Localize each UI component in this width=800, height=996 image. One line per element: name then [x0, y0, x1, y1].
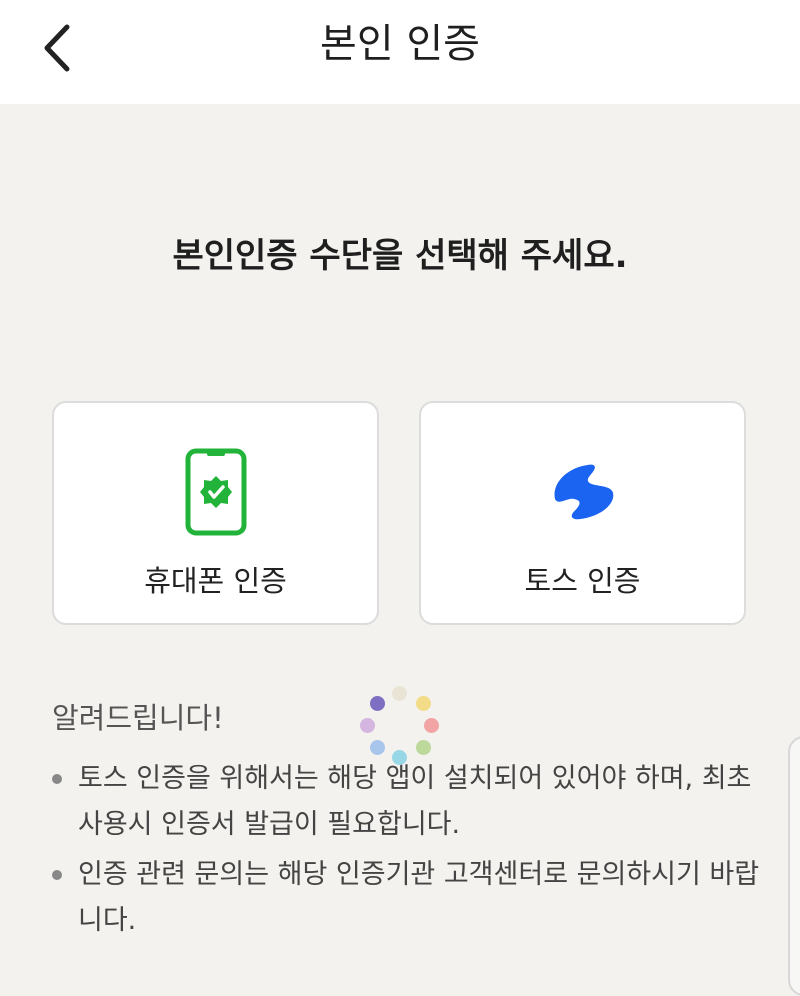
instruction-heading: 본인인증 수단을 선택해 주세요.: [172, 236, 628, 276]
toss-verification-card[interactable]: 토스 인증: [419, 401, 746, 625]
phone-verification-card[interactable]: 휴대폰 인증: [52, 401, 379, 625]
spinner-dot: [370, 740, 385, 755]
notice-item-text: 인증 관련 문의는 해당 인증기관 고객센터로 문의하시기 바랍니다.: [78, 859, 760, 936]
toss-logo-icon: [548, 447, 618, 537]
spinner-dot: [416, 740, 431, 755]
loading-spinner-icon: [356, 684, 446, 768]
bullet-icon: [52, 774, 62, 784]
scroll-handle[interactable]: [788, 736, 800, 996]
spinner-dot: [370, 696, 385, 711]
notice-item-text: 토스 인증을 위해서는 해당 앱이 설치되어 있어야 하며, 최초 사용시 인증…: [78, 763, 752, 840]
notice-item: 토스 인증을 위해서는 해당 앱이 설치되어 있어야 하며, 최초 사용시 인증…: [52, 756, 762, 848]
notice-item: 인증 관련 문의는 해당 인증기관 고객센터로 문의하시기 바랍니다.: [52, 852, 762, 944]
phone-verified-icon: [181, 447, 251, 537]
bullet-icon: [52, 870, 62, 880]
spinner-dot: [416, 696, 431, 711]
spinner-dot: [424, 718, 439, 733]
spinner-dot: [392, 750, 407, 765]
notice-list: 토스 인증을 위해서는 해당 앱이 설치되어 있어야 하며, 최초 사용시 인증…: [52, 756, 762, 948]
phone-verification-label: 휴대폰 인증: [144, 564, 287, 598]
spinner-dot: [392, 686, 407, 701]
toss-verification-label: 토스 인증: [524, 564, 641, 598]
top-bar: 본인 인증: [0, 0, 800, 104]
page-title: 본인 인증: [320, 21, 480, 67]
spinner-dot: [360, 718, 375, 733]
notice-title: 알려드립니다!: [52, 701, 224, 735]
